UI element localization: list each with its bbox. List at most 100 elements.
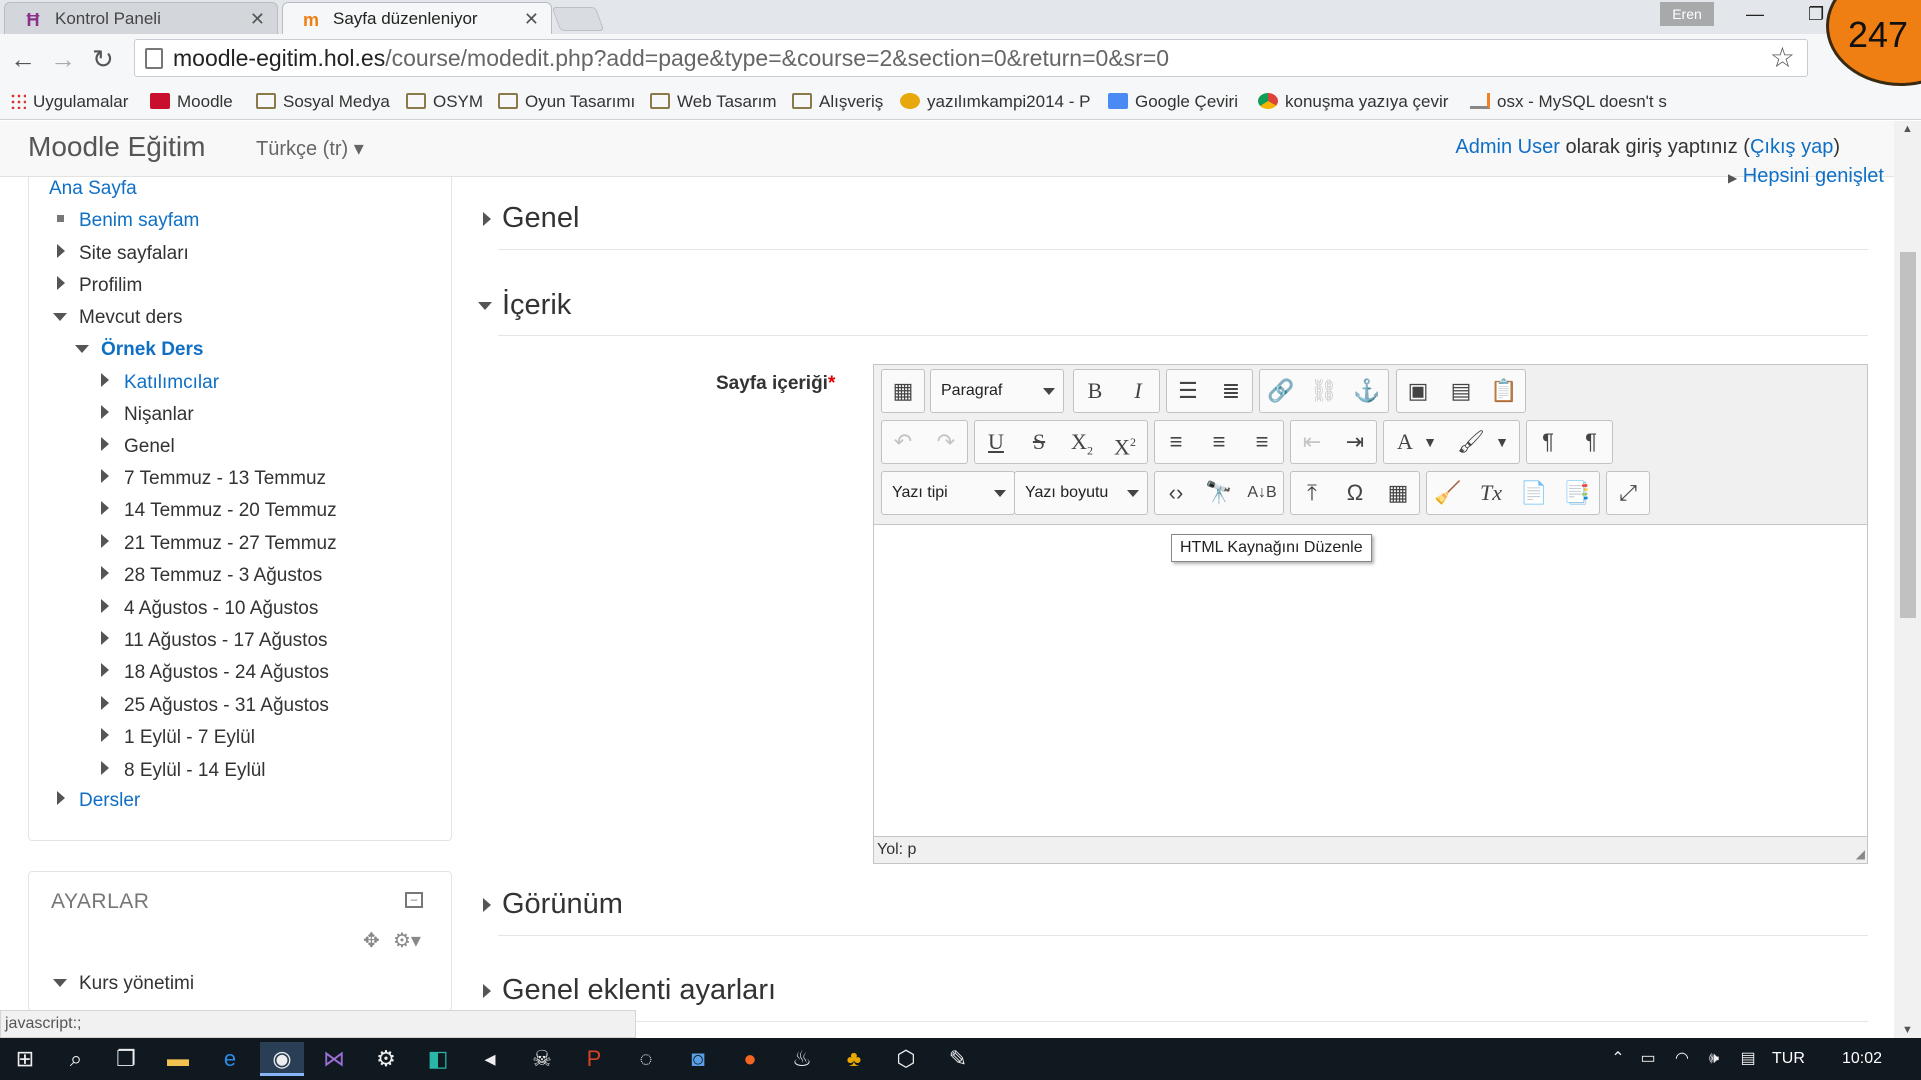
bookmark-folder-oyun-tasarimi[interactable]: Oyun Tasarımı [498,84,635,120]
manage-files-icon[interactable]: 📋 [1483,370,1525,412]
app-gear-icon[interactable]: ⚙ [364,1042,408,1076]
forward-icon[interactable]: → [50,44,76,74]
scroll-down-icon[interactable]: ▼ [1902,1024,1913,1036]
expand-icon[interactable] [101,437,109,451]
align-center-icon[interactable]: ≡ [1198,421,1240,463]
nav-courses[interactable]: Dersler [79,789,140,813]
tab-sayfa-duzenleniyor[interactable]: m Sayfa düzenleniyor ✕ [282,2,552,34]
nav-week-item[interactable]: 18 Ağustos - 24 Ağustos [124,661,329,685]
bookmark-star-icon[interactable]: ☆ [1770,42,1795,74]
rtl-icon[interactable]: ¶ [1570,421,1612,463]
section-plugin-settings[interactable]: Genel eklenti ayarları [502,974,776,1007]
new-tab-button[interactable] [551,7,605,31]
profile-chip[interactable]: Eren [1660,2,1714,26]
paste-text-icon[interactable]: 📄 [1513,472,1555,514]
bookmark-konusma[interactable]: konuşma yazıya çevir [1258,84,1448,120]
bookmark-folder-alisveris[interactable]: Alışveriş [792,84,883,120]
site-brand[interactable]: Moodle Eğitim [28,131,205,163]
user-profile-link[interactable]: Admin User [1455,136,1559,158]
bookmark-stackoverflow[interactable]: osx - MySQL doesn't s [1470,84,1667,120]
back-icon[interactable]: ← [10,44,36,74]
link-icon[interactable]: 🔗 [1260,370,1302,412]
align-left-icon[interactable]: ≡ [1155,421,1197,463]
move-icon[interactable]: ✥ [363,928,380,953]
resize-handle-icon[interactable]: ◢ [1856,847,1865,861]
expand-all-link[interactable]: ▶ Hepsini genişlet [1728,165,1884,188]
bold-icon[interactable]: B [1074,370,1116,412]
app-cube-icon[interactable]: ⬡ [884,1042,928,1076]
underline-icon[interactable]: U [975,421,1017,463]
bookmark-folder-osym[interactable]: OSYM [406,84,483,120]
subscript-icon[interactable]: X2 [1061,421,1103,463]
app-paint-icon[interactable]: ✎ [936,1042,980,1076]
unlink-icon[interactable]: ⛓ [1303,370,1345,412]
gear-icon[interactable]: ⚙▾ [393,928,421,953]
file-explorer-icon[interactable]: ▬ [156,1042,200,1076]
windows-start-icon[interactable]: ⊞ [3,1042,47,1076]
expand-icon[interactable] [483,984,491,998]
close-tab-icon[interactable]: ✕ [524,3,539,35]
special-char-icon[interactable]: Ω [1334,472,1376,514]
collapse-icon[interactable] [478,302,492,310]
page-info-icon[interactable] [145,48,163,69]
expand-icon[interactable] [101,373,109,387]
app-blue-icon[interactable]: ◙ [676,1042,720,1076]
toolbar-toggle-button[interactable]: ▦ [881,369,925,413]
nav-site-pages[interactable]: Site sayfaları [79,242,189,266]
clean-icon[interactable]: 🧹 [1427,472,1469,514]
nav-week-item[interactable]: 25 Ağustos - 31 Ağustos [124,694,329,718]
expand-icon[interactable] [483,212,491,226]
anchor-icon[interactable]: ⚓ [1346,370,1388,412]
nav-week-item[interactable]: 7 Temmuz - 13 Temmuz [124,467,326,491]
expand-icon[interactable] [101,760,109,775]
nav-course[interactable]: Örnek Ders [101,338,203,362]
tab-kontrol-paneli[interactable]: Ħ Kontrol Paneli ✕ [4,2,278,34]
close-tab-icon[interactable]: ✕ [250,3,265,35]
expand-icon[interactable] [483,898,491,912]
numbered-list-icon[interactable]: ≣ [1210,370,1252,412]
bookmark-yazilimkampi[interactable]: yazılımkampi2014 - P [900,84,1090,120]
undo-icon[interactable]: ↶ [882,421,924,463]
scroll-up-icon[interactable]: ▲ [1902,123,1913,135]
nav-home[interactable]: Ana Sayfa [49,177,137,201]
bullet-list-icon[interactable]: ☰ [1167,370,1209,412]
caret-down-icon[interactable]: ▼ [1490,421,1514,463]
bookmark-folder-sosyal-medya[interactable]: Sosyal Medya [256,84,390,120]
chrome-taskbar-icon[interactable]: ◉ [260,1042,304,1076]
powerpoint-icon[interactable]: P [572,1042,616,1076]
insert-icon[interactable]: ⤒ [1291,472,1333,514]
indent-icon[interactable]: ⇥ [1334,421,1376,463]
clock[interactable]: 10:02 [1842,1038,1882,1080]
collapse-icon[interactable] [53,313,67,321]
address-bar[interactable]: moodle-egitim.hol.es/course/modedit.php?… [134,39,1808,77]
origin-icon[interactable]: ● [728,1042,772,1076]
collapse-icon[interactable] [75,345,89,353]
editor-content-area[interactable] [874,525,1867,836]
bookmark-moodle[interactable]: Moodle [150,84,233,120]
nav-week-item[interactable]: 14 Temmuz - 20 Temmuz [124,499,337,523]
nav-week-item[interactable]: 11 Ağustos - 17 Ağustos [124,629,328,653]
html-source-icon[interactable]: ‹› [1155,472,1197,514]
expand-icon[interactable] [101,405,109,419]
nav-course-admin[interactable]: Kurs yönetimi [79,972,194,996]
italic-icon[interactable]: I [1117,370,1159,412]
nav-current-course[interactable]: Mevcut ders [79,306,182,330]
expand-icon[interactable] [101,631,109,645]
font-size-select[interactable]: Yazı boyutu [1014,471,1148,515]
nav-week-item[interactable]: 28 Temmuz - 3 Ağustos [124,564,322,588]
scrollbar-thumb[interactable] [1900,252,1916,618]
expand-icon[interactable] [57,276,65,290]
java-icon[interactable]: ♣ [832,1042,876,1076]
task-view-icon[interactable]: ❐ [104,1042,148,1076]
collapse-icon[interactable] [53,979,67,987]
search-icon[interactable]: ⌕ [54,1042,98,1076]
minimize-icon[interactable]: — [1746,4,1764,25]
reload-icon[interactable]: ↻ [92,44,114,74]
nav-badges[interactable]: Nişanlar [124,403,194,427]
paste-word-icon[interactable]: 📑 [1556,472,1598,514]
outdent-icon[interactable]: ⇤ [1291,421,1333,463]
nav-profile[interactable]: Profilim [79,274,142,298]
app-teal-icon[interactable]: ◧ [416,1042,460,1076]
background-color-icon[interactable]: 🖌 [1450,421,1492,463]
align-right-icon[interactable]: ≡ [1241,421,1283,463]
